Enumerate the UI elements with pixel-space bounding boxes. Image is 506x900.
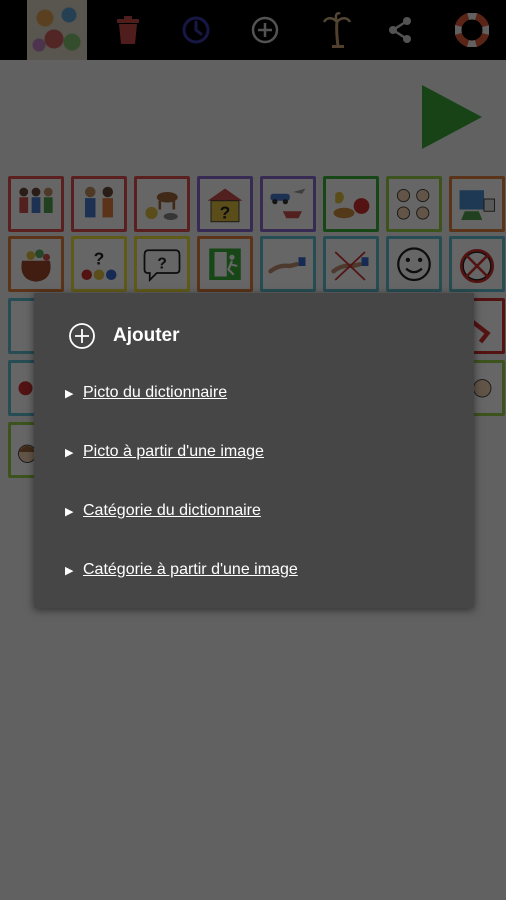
triangle-right-icon: ▶: [65, 446, 74, 459]
triangle-right-icon: ▶: [65, 564, 74, 577]
option-label: Catégorie à partir d'une image: [83, 561, 298, 578]
dialog-header: Ajouter: [68, 321, 180, 351]
option-label: Picto à partir d'une image: [83, 443, 264, 460]
option-label: Catégorie du dictionnaire: [83, 502, 261, 519]
add-dialog: Ajouter ▶ Picto du dictionnaire ▶ Picto …: [34, 293, 474, 608]
option-category-dictionary[interactable]: ▶ Catégorie du dictionnaire: [65, 499, 261, 523]
plus-circle-icon: [69, 323, 95, 349]
triangle-right-icon: ▶: [65, 505, 74, 518]
option-picto-dictionary[interactable]: ▶ Picto du dictionnaire: [65, 381, 227, 405]
triangle-right-icon: ▶: [65, 387, 74, 400]
option-label: Picto du dictionnaire: [83, 384, 228, 401]
option-picto-from-image[interactable]: ▶ Picto à partir d'une image: [65, 440, 264, 464]
dialog-title: Ajouter: [113, 325, 180, 346]
option-category-from-image[interactable]: ▶ Catégorie à partir d'une image: [65, 558, 298, 582]
